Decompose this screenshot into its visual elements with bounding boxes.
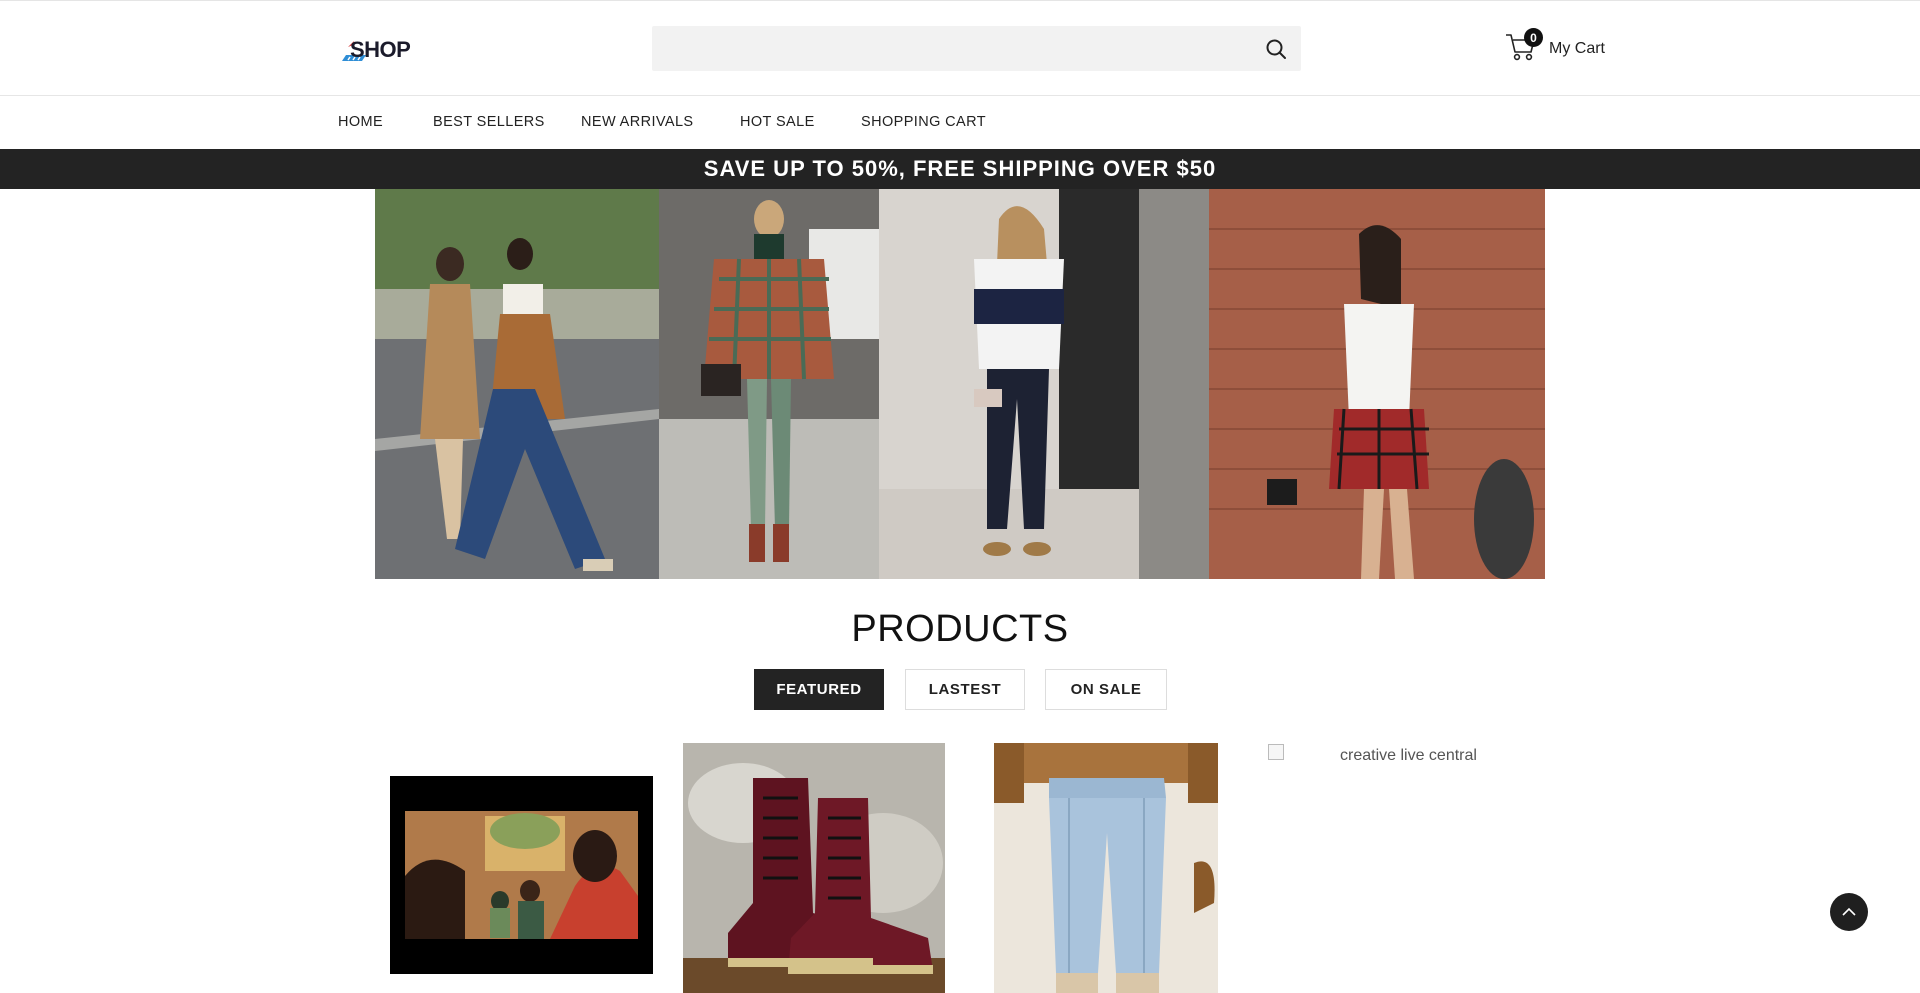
promo-banner: SAVE UP TO 50%, FREE SHIPPING OVER $50 — [0, 149, 1920, 189]
cart-count-badge: 0 — [1524, 28, 1543, 47]
tab-lastest[interactable]: LASTEST — [905, 669, 1025, 710]
product-image — [390, 776, 653, 974]
nav-item-new-arrivals[interactable]: NEW ARRIVALS — [581, 114, 694, 130]
search-icon — [1266, 39, 1286, 59]
product-image — [994, 743, 1218, 993]
products-heading: PRODUCTS — [851, 608, 1069, 650]
nav-item-home[interactable]: HOME — [338, 114, 383, 130]
nav-item-best-sellers[interactable]: BEST SELLERS — [433, 114, 545, 130]
hero-photo-2 — [659, 189, 879, 579]
nav-item-hot-sale[interactable]: HOT SALE — [740, 114, 815, 130]
chevron-up-icon — [1842, 907, 1856, 916]
product-image — [683, 743, 945, 993]
cart-link[interactable]: 0 My Cart — [1505, 26, 1615, 66]
tab-featured[interactable]: FEATURED — [754, 669, 884, 710]
search-button[interactable] — [1251, 26, 1301, 71]
search-bar — [652, 26, 1301, 71]
product-card-1[interactable] — [390, 776, 653, 974]
hero-photo-4 — [1139, 189, 1545, 579]
broken-image-icon — [1268, 744, 1284, 760]
hero-banner[interactable] — [375, 189, 1545, 579]
broken-image-alt: creative live central — [1340, 747, 1477, 764]
nav-item-shopping-cart[interactable]: SHOPPING CART — [861, 114, 986, 130]
back-to-top-button[interactable] — [1830, 893, 1868, 931]
logo-text: SHOP — [350, 37, 411, 62]
site-header: SHOP 0 My Cart — [0, 1, 1920, 96]
product-card-2[interactable] — [683, 743, 945, 993]
hero-photo-1 — [375, 189, 659, 579]
cart-label: My Cart — [1549, 40, 1605, 57]
search-input[interactable] — [652, 26, 1252, 71]
hero-photo-3 — [879, 189, 1139, 579]
tab-on-sale[interactable]: ON SALE — [1045, 669, 1167, 710]
main-nav: HOME BEST SELLERS NEW ARRIVALS HOT SALE … — [0, 97, 1920, 149]
product-card-4[interactable]: creative live central — [1268, 744, 1498, 784]
shop-logo[interactable]: SHOP — [340, 31, 430, 67]
product-card-3[interactable] — [994, 743, 1218, 993]
